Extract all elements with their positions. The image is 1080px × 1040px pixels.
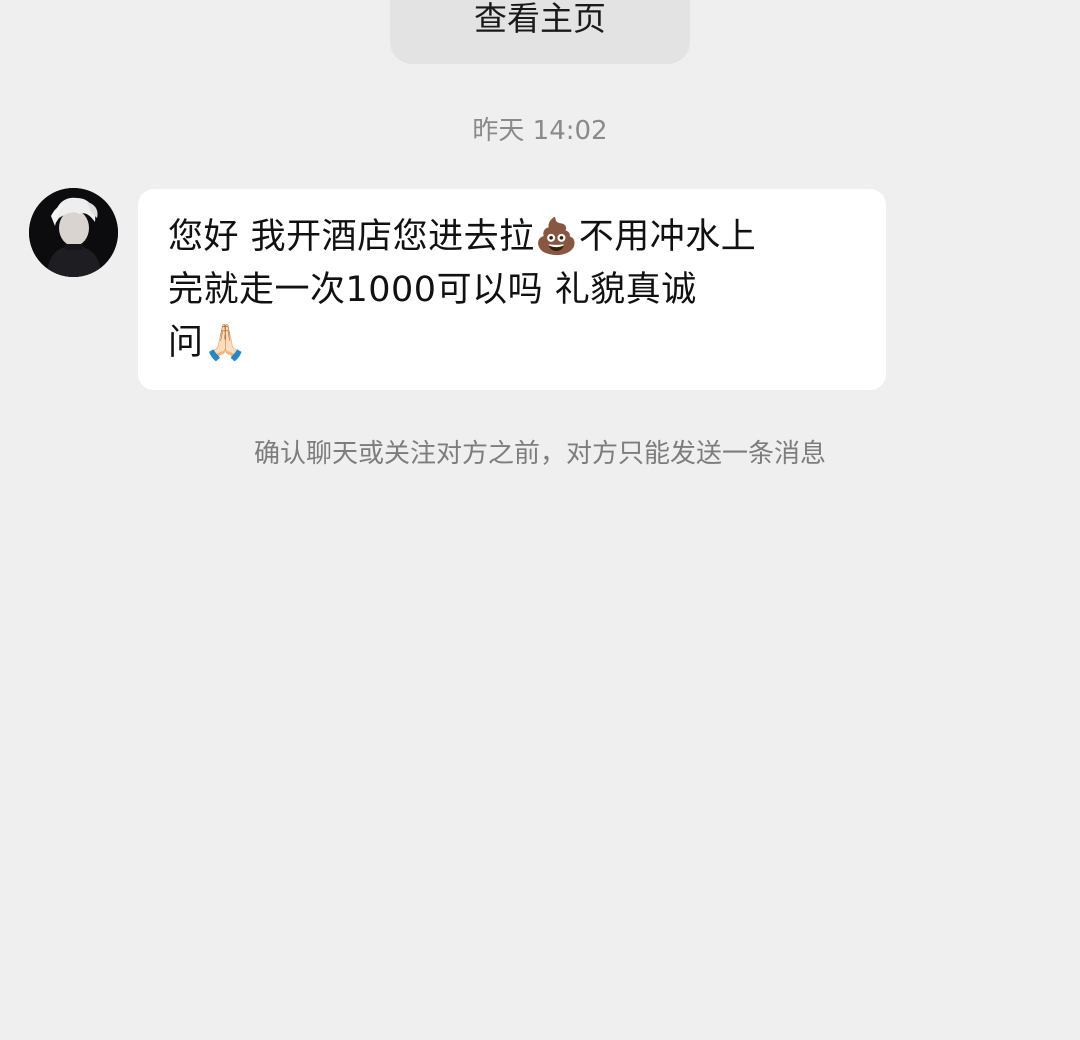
view-profile-button[interactable]: 查看主页 — [390, 0, 690, 64]
sender-avatar[interactable] — [29, 188, 118, 277]
user-avatar-icon — [29, 188, 118, 277]
message-bubble[interactable]: 您好 我开酒店您进去拉💩不用冲水上 完就走一次1000可以吗 礼貌真诚 问🙏🏻 — [138, 189, 886, 390]
message-timestamp: 昨天 14:02 — [472, 116, 608, 146]
message-text: 您好 我开酒店您进去拉💩不用冲水上 完就走一次1000可以吗 礼貌真诚 问🙏🏻 — [168, 217, 757, 363]
view-profile-label: 查看主页 — [474, 0, 606, 38]
chat-restriction-notice: 确认聊天或关注对方之前，对方只能发送一条消息 — [253, 439, 826, 469]
